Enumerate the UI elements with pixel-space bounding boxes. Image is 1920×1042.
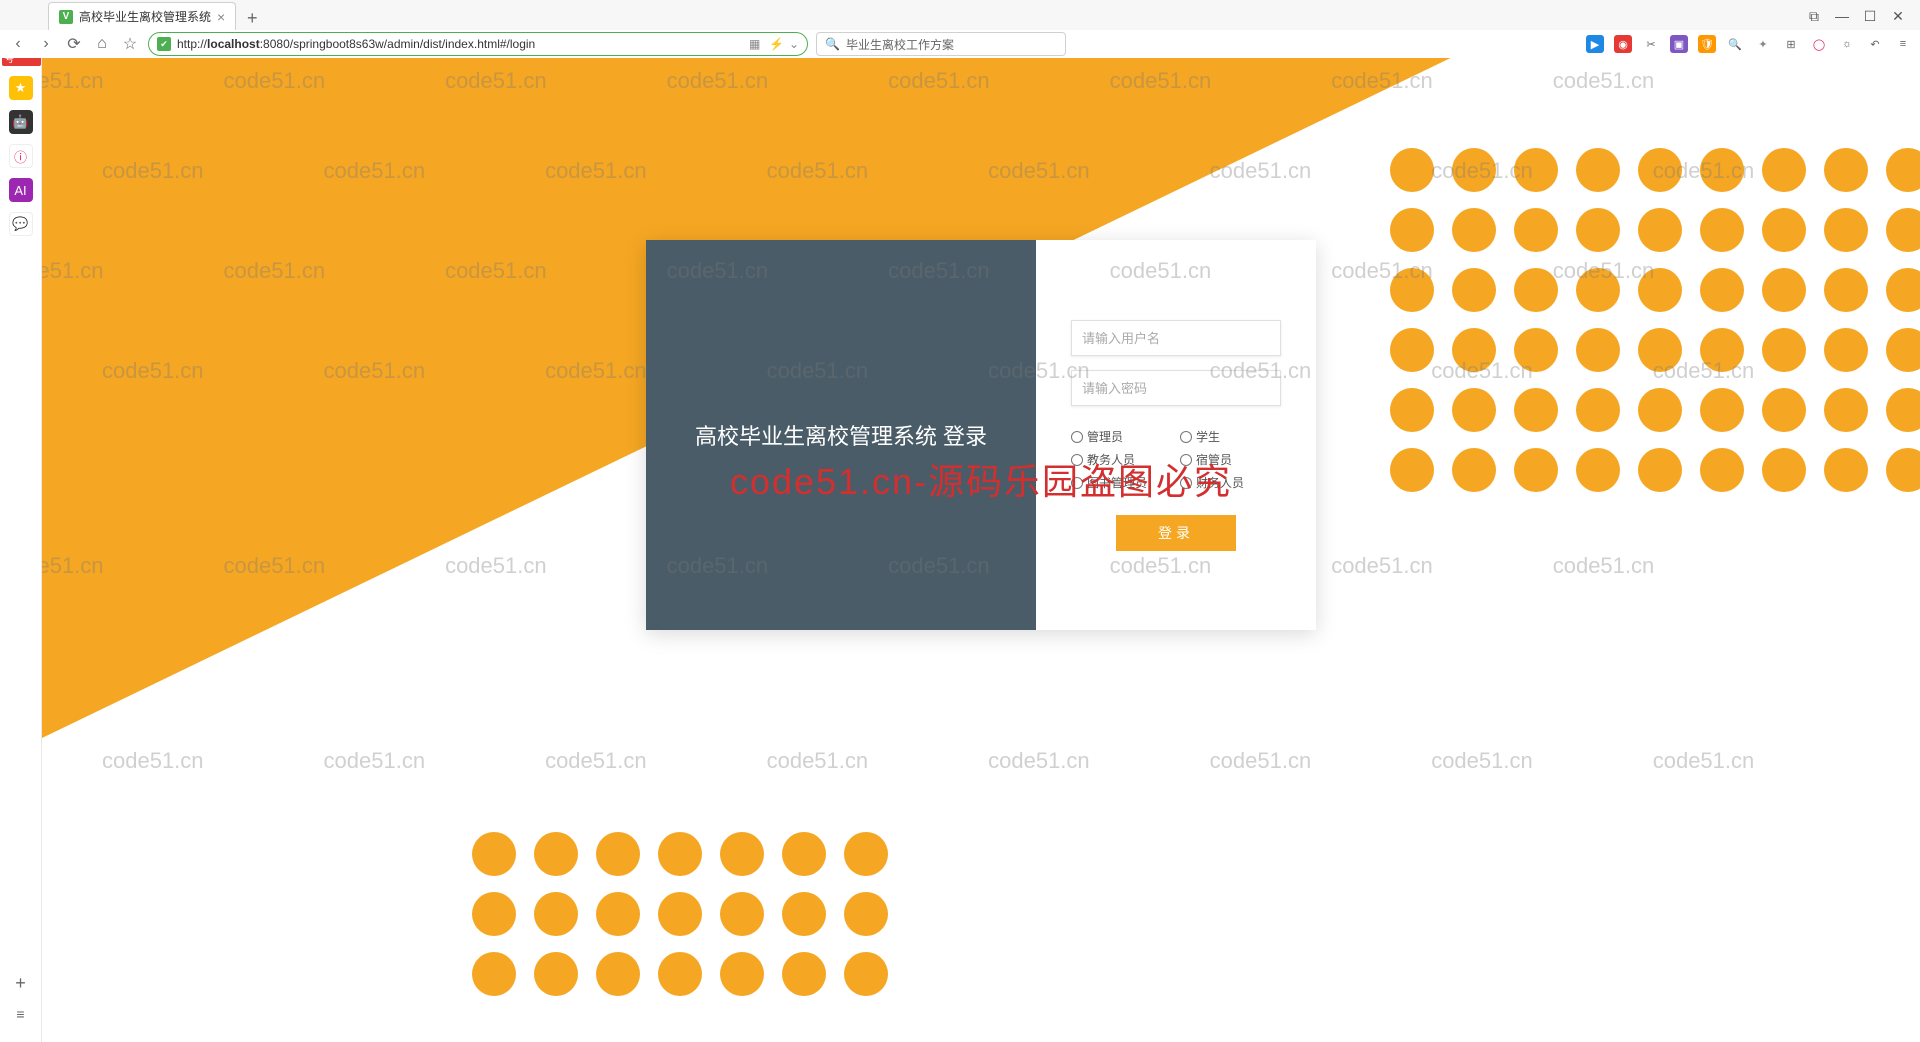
ext-grid-icon[interactable]: ⊞ bbox=[1782, 35, 1800, 53]
url-bar[interactable]: ✔ http://localhost:8080/springboot8s63w/… bbox=[148, 32, 808, 56]
ext-menu-icon[interactable]: ≡ bbox=[1894, 35, 1912, 53]
search-bar[interactable]: 🔍 毕业生离校工作方案 bbox=[816, 32, 1066, 56]
ext-sun-icon[interactable]: ☼ bbox=[1838, 35, 1856, 53]
sidebar-app-5-icon[interactable]: AI bbox=[9, 178, 33, 202]
url-dropdown-icon[interactable]: ⌄ bbox=[789, 37, 799, 51]
nav-favorite-icon[interactable]: ☆ bbox=[120, 34, 140, 54]
window-close-icon[interactable]: ✕ bbox=[1890, 8, 1906, 24]
ext-video-icon[interactable]: ▶ bbox=[1586, 35, 1604, 53]
browser-tab[interactable]: V 高校毕业生离校管理系统 × bbox=[48, 2, 236, 30]
tab-title: 高校毕业生离校管理系统 bbox=[79, 8, 211, 25]
ext-undo-icon[interactable]: ↶ bbox=[1866, 35, 1884, 53]
login-card: 高校毕业生离校管理系统 登录 管理员 学生 教务人员 宿管员 图书管理员 财务人… bbox=[646, 240, 1316, 630]
sidebar-chat-icon[interactable]: 💬 bbox=[9, 212, 33, 236]
tab-favicon-icon: V bbox=[59, 10, 73, 24]
role-student[interactable]: 学生 bbox=[1180, 428, 1281, 445]
ext-weibo-icon[interactable]: ◉ bbox=[1614, 35, 1632, 53]
sidebar-add-icon[interactable]: + bbox=[15, 973, 26, 994]
nav-back-icon[interactable]: ‹ bbox=[8, 34, 28, 54]
extension-bar: ▶ ◉ ✂ ▣ 🛡 🔍 ✦ ⊞ ◯ ☼ ↶ ≡ bbox=[1586, 35, 1912, 53]
ext-circle-icon[interactable]: ◯ bbox=[1810, 35, 1828, 53]
url-bolt-icon[interactable]: ⚡ bbox=[769, 37, 783, 51]
window-tab-icon[interactable]: ⧉ bbox=[1806, 8, 1822, 24]
login-title: 高校毕业生离校管理系统 登录 bbox=[695, 419, 987, 451]
login-card-left: 高校毕业生离校管理系统 登录 bbox=[646, 240, 1036, 630]
sidebar-star-icon[interactable]: ★ bbox=[9, 76, 33, 100]
decorative-dots-bl bbox=[472, 832, 892, 1012]
page-content: 高校毕业生离校管理系统 登录 管理员 学生 教务人员 宿管员 图书管理员 财务人… bbox=[42, 58, 1920, 1042]
ext-purple-icon[interactable]: ▣ bbox=[1670, 35, 1688, 53]
ext-puzzle-icon[interactable]: ✦ bbox=[1754, 35, 1772, 53]
nav-forward-icon[interactable]: › bbox=[36, 34, 56, 54]
search-placeholder: 毕业生离校工作方案 bbox=[846, 36, 954, 53]
ext-shield-icon[interactable]: 🛡 bbox=[1698, 35, 1716, 53]
tab-bar: V 高校毕业生离校管理系统 × + ⧉ — ☐ ✕ bbox=[0, 0, 1920, 30]
password-input[interactable] bbox=[1071, 370, 1281, 406]
sidebar-robot-icon[interactable]: 🤖 bbox=[9, 110, 33, 134]
ext-scissors-icon[interactable]: ✂ bbox=[1642, 35, 1660, 53]
search-icon: 🔍 bbox=[825, 37, 840, 51]
tab-close-icon[interactable]: × bbox=[217, 9, 225, 25]
url-text: http://localhost:8080/springboot8s63w/ad… bbox=[177, 37, 743, 51]
login-form: 管理员 学生 教务人员 宿管员 图书管理员 财务人员 登录 bbox=[1036, 240, 1316, 630]
browser-left-sidebar: ê 登录账号 📋 ★ 🤖 ⓘ AI 💬 + ≡ bbox=[0, 0, 42, 1042]
ext-search-icon[interactable]: 🔍 bbox=[1726, 35, 1744, 53]
new-tab-button[interactable]: + bbox=[240, 6, 264, 30]
sidebar-ai-icon[interactable]: ⓘ bbox=[9, 144, 33, 168]
login-button[interactable]: 登录 bbox=[1116, 515, 1236, 551]
watermark-overlay: code51.cn-源码乐园盗图必究 bbox=[730, 453, 1232, 505]
nav-home-icon[interactable]: ⌂ bbox=[92, 34, 112, 54]
url-qr-icon[interactable]: ▦ bbox=[749, 37, 763, 51]
url-shield-icon: ✔ bbox=[157, 37, 171, 51]
decorative-dots-tr bbox=[1390, 148, 1920, 508]
username-input[interactable] bbox=[1071, 320, 1281, 356]
nav-reload-icon[interactable]: ⟳ bbox=[64, 34, 84, 54]
browser-chrome: V 高校毕业生离校管理系统 × + ⧉ — ☐ ✕ ‹ › ⟳ ⌂ ☆ ✔ ht… bbox=[0, 0, 1920, 58]
window-maximize-icon[interactable]: ☐ bbox=[1862, 8, 1878, 24]
sidebar-menu-icon[interactable]: ≡ bbox=[16, 1006, 24, 1022]
window-minimize-icon[interactable]: — bbox=[1834, 8, 1850, 24]
nav-bar: ‹ › ⟳ ⌂ ☆ ✔ http://localhost:8080/spring… bbox=[0, 30, 1920, 58]
role-admin[interactable]: 管理员 bbox=[1071, 428, 1172, 445]
